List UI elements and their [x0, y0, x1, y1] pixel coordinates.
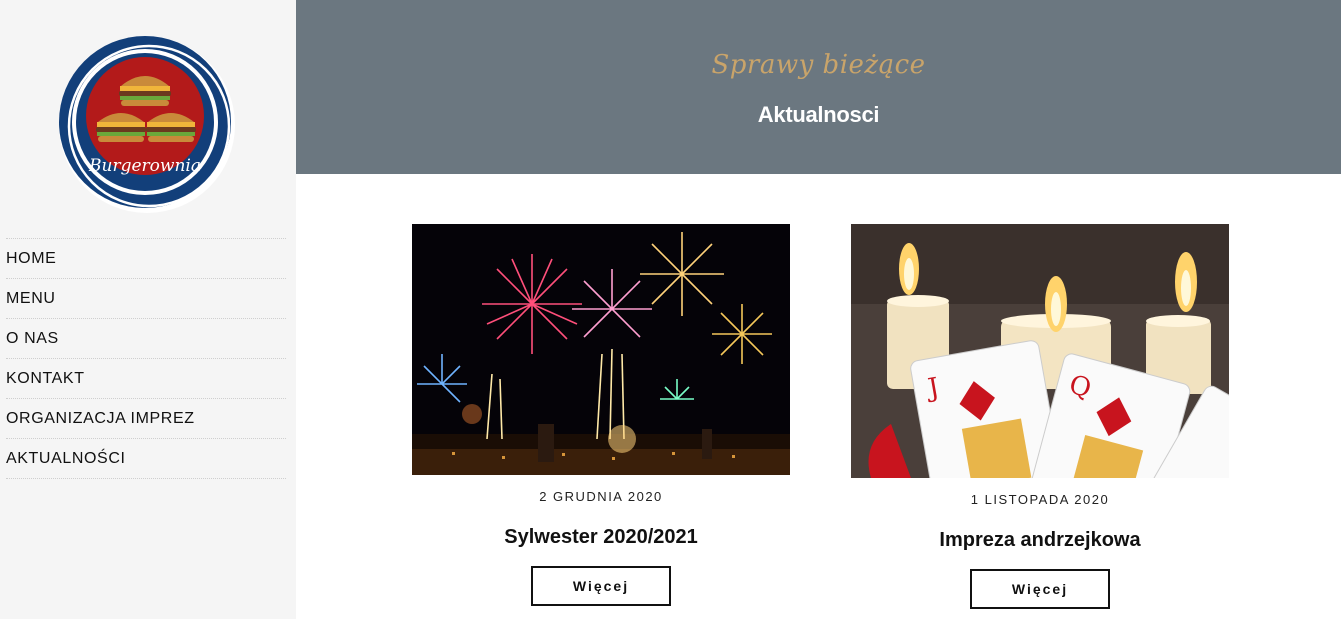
page-header: Sprawy bieżące Aktualnosci — [296, 0, 1341, 174]
fireworks-image[interactable] — [412, 224, 790, 475]
nav-item-home[interactable]: HOME — [6, 239, 286, 279]
nav-item-menu[interactable]: MENU — [6, 279, 286, 319]
nav-item-aktualnosci[interactable]: AKTUALNOŚCI — [6, 439, 286, 479]
candles-cards-image[interactable]: J Q — [851, 224, 1229, 478]
page-subtitle: Sprawy bieżące — [711, 50, 926, 80]
news-post: 2 GRUDNIA 2020 Sylwester 2020/2021 Więce… — [412, 224, 790, 606]
main-navigation: HOME MENU O NAS KONTAKT ORGANIZACJA IMPR… — [6, 238, 286, 479]
page-title: Aktualnosci — [757, 102, 880, 127]
more-button[interactable]: Więcej — [531, 566, 671, 606]
post-date: 2 GRUDNIA 2020 — [539, 489, 663, 504]
post-date: 1 LISTOPADA 2020 — [970, 492, 1110, 507]
nav-item-organizacja-imprez[interactable]: ORGANIZACJA IMPREZ — [6, 399, 286, 439]
post-title[interactable]: Sylwester 2020/2021 — [412, 524, 790, 550]
nav-item-o-nas[interactable]: O NAS — [6, 319, 286, 359]
news-post: J Q 1 LISTOPADA 2020 Impreza andrzejkowa… — [851, 224, 1229, 609]
nav-item-kontakt[interactable]: KONTAKT — [6, 359, 286, 399]
more-button[interactable]: Więcej — [970, 569, 1110, 609]
logo-text: Burgerownia — [88, 156, 201, 176]
sidebar: Burgerownia HOME MENU O NAS KONTAKT ORGA… — [0, 0, 296, 619]
burgerownia-logo[interactable]: Burgerownia — [57, 34, 237, 216]
post-title[interactable]: Impreza andrzejkowa — [851, 527, 1229, 553]
